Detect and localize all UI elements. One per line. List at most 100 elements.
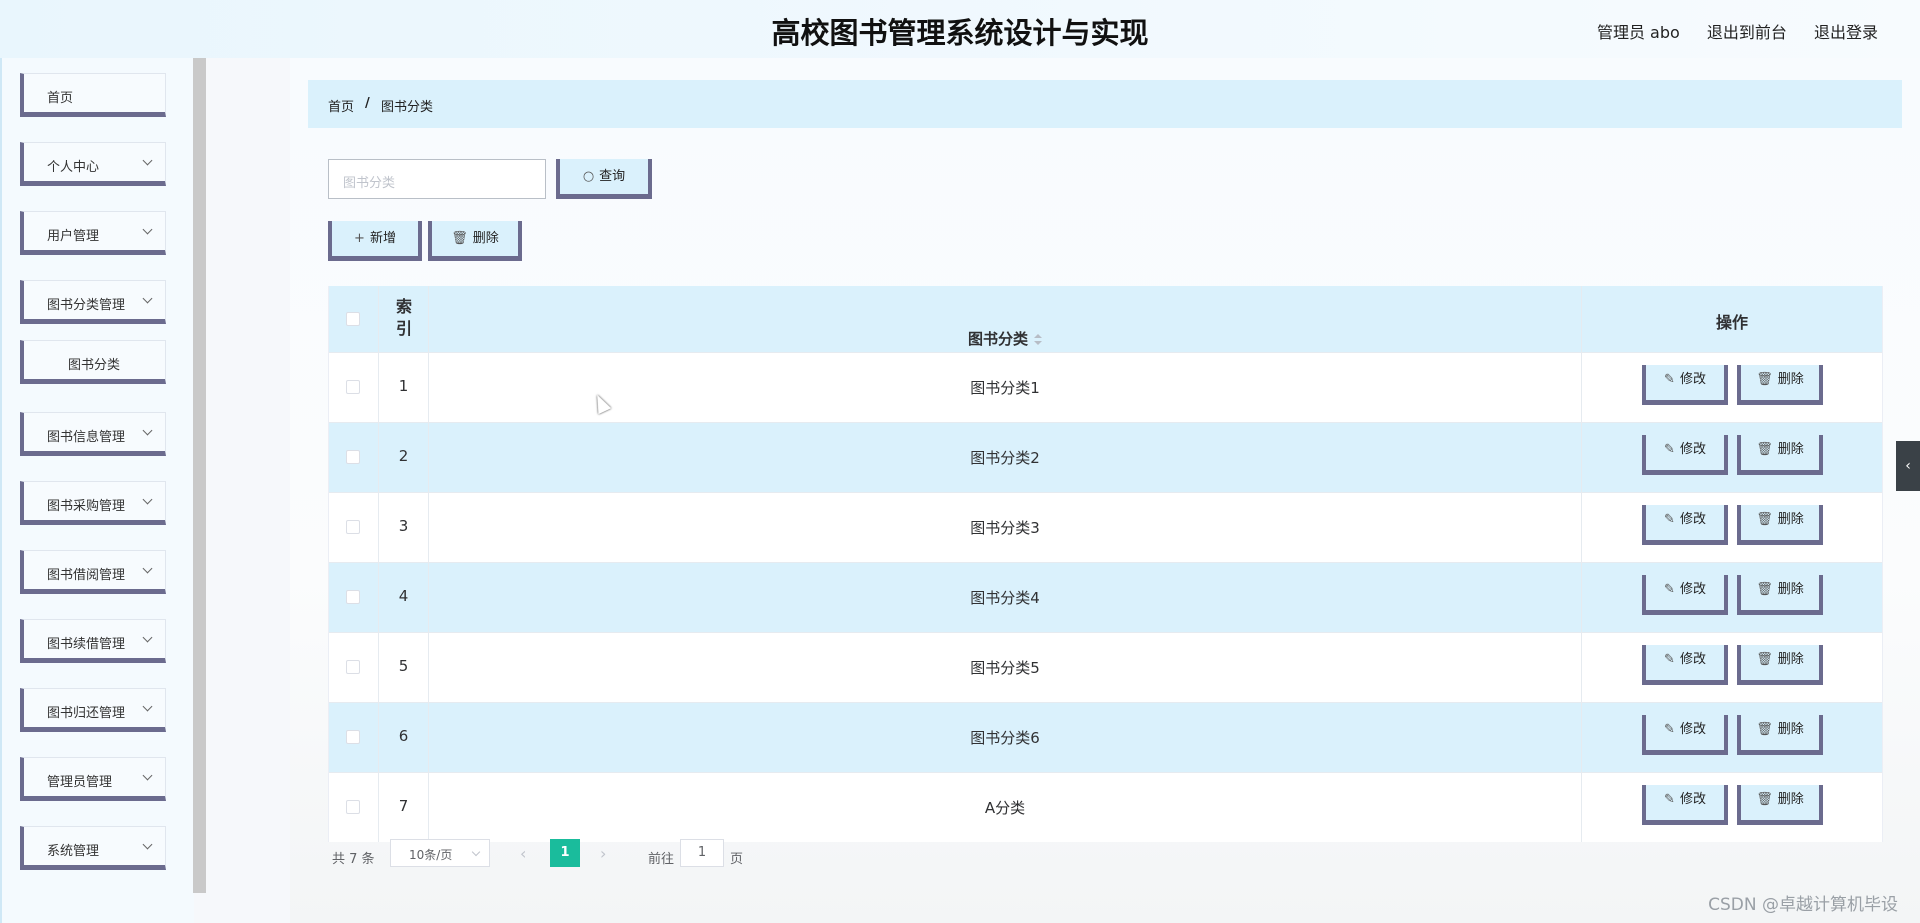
edit-button[interactable]: ✎ 修改 xyxy=(1642,715,1728,755)
row-checkbox[interactable] xyxy=(346,590,360,604)
trash-icon: 🗑 xyxy=(1756,652,1773,667)
row-checkbox[interactable] xyxy=(346,800,360,814)
batch-delete-button[interactable]: 🗑 删除 xyxy=(428,221,522,261)
delete-button-label: 删除 xyxy=(1777,792,1804,807)
sidebar-subitem-book-category[interactable]: 图书分类 xyxy=(20,340,166,384)
delete-button[interactable]: 🗑 删除 xyxy=(1737,645,1823,685)
sidebar-item-label: 首页 xyxy=(47,91,74,106)
delete-button-label: 删除 xyxy=(1777,442,1804,457)
delete-button[interactable]: 🗑 删除 xyxy=(1737,365,1823,405)
delete-button[interactable]: 🗑 删除 xyxy=(1737,575,1823,615)
next-page-icon[interactable]: › xyxy=(600,844,606,863)
logout-link[interactable]: 退出登录 xyxy=(1814,23,1878,42)
edit-icon: ✎ xyxy=(1664,442,1675,457)
prev-page-icon[interactable]: ‹ xyxy=(520,844,526,863)
sidebar-item-category-management[interactable]: 图书分类管理 xyxy=(20,280,166,324)
edit-button[interactable]: ✎ 修改 xyxy=(1642,645,1728,685)
breadcrumb: 首页 / 图书分类 xyxy=(308,80,1902,128)
row-category-name: 图书分类3 xyxy=(970,519,1040,537)
collapse-panel-button[interactable]: ‹ xyxy=(1896,441,1920,491)
row-checkbox[interactable] xyxy=(346,380,360,394)
delete-button-label: 删除 xyxy=(1777,372,1804,387)
edit-button-label: 修改 xyxy=(1679,722,1706,737)
table-row: 5 图书分类5 ✎ 修改 🗑 删除 xyxy=(329,632,1882,702)
sidebar-item-label: 图书归还管理 xyxy=(47,706,126,721)
page-size-select[interactable]: 10条/页 xyxy=(390,839,490,867)
delete-button[interactable]: 🗑 删除 xyxy=(1737,785,1823,825)
back-to-front-link[interactable]: 退出到前台 xyxy=(1707,23,1787,42)
trash-icon: 🗑 xyxy=(451,231,468,246)
sidebar-item-return[interactable]: 图书归还管理 xyxy=(20,688,166,732)
pagination-total: 共 7 条 xyxy=(332,852,375,867)
sidebar-item-admin[interactable]: 管理员管理 xyxy=(20,757,166,801)
chevron-down-icon xyxy=(142,563,153,574)
table-row: 7 A分类 ✎ 修改 🗑 删除 xyxy=(329,772,1882,842)
row-category-name: 图书分类2 xyxy=(970,449,1040,467)
row-checkbox[interactable] xyxy=(346,520,360,534)
delete-button[interactable]: 🗑 删除 xyxy=(1737,435,1823,475)
chevron-down-icon xyxy=(142,155,153,166)
breadcrumb-current: 图书分类 xyxy=(381,100,434,115)
sidebar: 首页 个人中心 用户管理 图书分类管理 图书分类 图书信息管理 图书采购管理 图… xyxy=(0,58,206,923)
column-header-name[interactable]: 图书分类 xyxy=(968,307,1042,349)
chevron-down-icon xyxy=(142,494,153,505)
table-row: 3 图书分类3 ✎ 修改 🗑 删除 xyxy=(329,492,1882,562)
page-number-current[interactable]: 1 xyxy=(550,839,580,867)
row-checkbox[interactable] xyxy=(346,660,360,674)
sidebar-item-personal-center[interactable]: 个人中心 xyxy=(20,142,166,186)
column-header-ops: 操作 xyxy=(1715,313,1748,332)
sidebar-item-label: 图书采购管理 xyxy=(47,499,126,514)
edit-button[interactable]: ✎ 修改 xyxy=(1642,505,1728,545)
sidebar-item-label: 图书分类管理 xyxy=(47,298,126,313)
row-checkbox[interactable] xyxy=(346,730,360,744)
sidebar-item-label: 个人中心 xyxy=(47,160,100,175)
delete-button-label: 删除 xyxy=(1777,582,1804,597)
delete-button-label: 删除 xyxy=(1777,722,1804,737)
current-user: 管理员 abo xyxy=(1596,23,1680,42)
trash-icon: 🗑 xyxy=(1756,512,1773,527)
page-size-value: 10条/页 xyxy=(409,848,453,862)
table-row: 6 图书分类6 ✎ 修改 🗑 删除 xyxy=(329,702,1882,772)
edit-icon: ✎ xyxy=(1664,512,1675,527)
sidebar-item-purchase[interactable]: 图书采购管理 xyxy=(20,481,166,525)
edit-button[interactable]: ✎ 修改 xyxy=(1642,785,1728,825)
sort-icon[interactable] xyxy=(1034,333,1042,346)
chevron-left-icon: ‹ xyxy=(1905,458,1911,474)
sidebar-item-book-info[interactable]: 图书信息管理 xyxy=(20,412,166,456)
table-row: 2 图书分类2 ✎ 修改 🗑 删除 xyxy=(329,422,1882,492)
edit-button[interactable]: ✎ 修改 xyxy=(1642,435,1728,475)
sidebar-scrollbar[interactable] xyxy=(193,58,206,893)
chevron-down-icon xyxy=(142,839,153,850)
add-button[interactable]: + 新增 xyxy=(328,221,422,261)
plus-icon: + xyxy=(354,231,365,246)
trash-icon: 🗑 xyxy=(1756,722,1773,737)
trash-icon: 🗑 xyxy=(1756,582,1773,597)
edit-button-label: 修改 xyxy=(1679,372,1706,387)
sidebar-item-home[interactable]: 首页 xyxy=(20,73,166,117)
row-checkbox[interactable] xyxy=(346,450,360,464)
search-button[interactable]: ○ 查询 xyxy=(556,159,652,199)
edit-button[interactable]: ✎ 修改 xyxy=(1642,365,1728,405)
trash-icon: 🗑 xyxy=(1756,372,1773,387)
sidebar-item-system[interactable]: 系统管理 xyxy=(20,826,166,870)
sidebar-item-renew[interactable]: 图书续借管理 xyxy=(20,619,166,663)
row-category-name: 图书分类4 xyxy=(970,589,1040,607)
category-table: 索引 图书分类 操作 1 图书分类1 ✎ 修改 🗑 删除 2 图书分类2 ✎ 修改 🗑… xyxy=(328,286,1883,842)
sidebar-item-borrow[interactable]: 图书借阅管理 xyxy=(20,550,166,594)
select-all-checkbox[interactable] xyxy=(346,312,360,326)
edit-icon: ✎ xyxy=(1664,652,1675,667)
breadcrumb-home[interactable]: 首页 xyxy=(328,96,354,115)
category-search-input[interactable]: 图书分类 xyxy=(328,159,546,199)
delete-button[interactable]: 🗑 删除 xyxy=(1737,715,1823,755)
row-index: 6 xyxy=(398,727,409,745)
row-index: 1 xyxy=(398,377,409,395)
goto-page-input[interactable]: 1 xyxy=(680,839,724,867)
row-category-name: 图书分类1 xyxy=(970,379,1040,397)
chevron-down-icon xyxy=(142,701,153,712)
sidebar-item-label: 用户管理 xyxy=(47,229,100,244)
edit-button[interactable]: ✎ 修改 xyxy=(1642,575,1728,615)
chevron-down-icon xyxy=(142,224,153,235)
delete-button[interactable]: 🗑 删除 xyxy=(1737,505,1823,545)
trash-icon: 🗑 xyxy=(1756,792,1773,807)
sidebar-item-user-management[interactable]: 用户管理 xyxy=(20,211,166,255)
